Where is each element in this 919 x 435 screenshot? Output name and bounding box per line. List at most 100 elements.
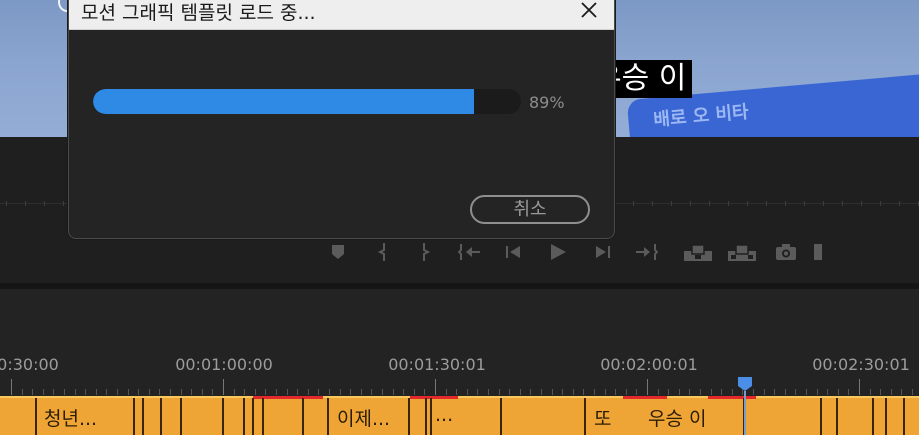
clip-boundary (327, 398, 329, 435)
clip-boundary (243, 398, 245, 435)
ruler-tick (138, 389, 139, 395)
ruler-tick (562, 389, 563, 395)
timecode-label: 00:02:00:01 (600, 355, 698, 374)
ruler-tick (382, 389, 383, 395)
ruler-tick (880, 201, 881, 206)
go-to-out-icon (636, 244, 658, 260)
step-back-icon (506, 246, 520, 258)
insert-button[interactable] (676, 239, 720, 265)
ruler-tick (181, 389, 182, 395)
cancel-button[interactable]: 취소 (470, 195, 590, 224)
playhead-line[interactable] (744, 391, 746, 435)
ruler-tick (414, 389, 415, 395)
ruler-tick (827, 389, 828, 395)
ruler-tick (318, 389, 319, 395)
ruler-tick (361, 389, 362, 395)
overwrite-icon (728, 244, 756, 261)
clip-boundary (160, 398, 162, 435)
ruler-tick (223, 379, 224, 395)
ruler-tick (159, 389, 160, 395)
ruler-tick (170, 389, 171, 395)
clip-label: 청년... (44, 408, 98, 430)
clip-boundary (222, 398, 224, 435)
clip-boundary (142, 398, 144, 435)
ruler-tick (53, 389, 54, 395)
ruler-tick (424, 389, 425, 395)
mark-out-icon (423, 243, 431, 261)
clip-boundary (180, 398, 182, 435)
timecode-ruler[interactable] (0, 377, 919, 395)
overwrite-button[interactable] (720, 239, 764, 265)
ruler-tick (499, 389, 500, 395)
ruler-tick (477, 389, 478, 395)
add-marker-icon (332, 245, 344, 259)
clip-boundary (836, 398, 838, 435)
ruler-tick (234, 389, 235, 395)
clip-boundary (903, 398, 905, 435)
ruler-tick (753, 389, 754, 395)
ruler-tick (823, 201, 824, 206)
close-icon (581, 2, 597, 18)
export-frame-button[interactable] (764, 239, 808, 265)
clip-marker-red (708, 396, 756, 399)
ruler-tick (626, 389, 627, 395)
clip-marker-red (410, 396, 458, 399)
ruler-tick (817, 389, 818, 395)
mark-in-icon (377, 243, 385, 261)
mark-in-button[interactable] (360, 239, 404, 265)
ruler-tick (901, 389, 902, 395)
dialog-close-button[interactable] (578, 0, 600, 21)
clip-boundary (408, 398, 410, 435)
dialog-titlebar[interactable]: 모션 그래픽 템플릿 로드 중... (69, 0, 614, 30)
ruler-tick (435, 379, 436, 395)
overflow-button[interactable] (808, 239, 828, 265)
step-forward-button[interactable] (580, 239, 624, 265)
export-frame-icon (776, 244, 796, 260)
caption-clip-track[interactable]: 청년... 이제... ... 또 우승 이 (0, 396, 919, 435)
ruler-tick (350, 389, 351, 395)
timeline-panel: 0:30:00 00:01:00:00 00:01:30:01 00:02:00… (0, 289, 919, 435)
ruler-tick (403, 389, 404, 395)
add-marker-button[interactable] (316, 239, 360, 265)
ruler-tick (44, 201, 45, 206)
ruler-tick (265, 389, 266, 395)
ruler-tick (212, 389, 213, 395)
play-button[interactable] (536, 239, 580, 265)
clip-boundary (35, 398, 37, 435)
clip-boundary (872, 398, 874, 435)
play-icon (551, 244, 566, 260)
go-to-out-button[interactable] (624, 239, 668, 265)
timecode-label: 00:02:30:01 (812, 355, 910, 374)
go-to-in-button[interactable] (448, 239, 492, 265)
ruler-tick (75, 389, 76, 395)
ruler-tick (202, 389, 203, 395)
ruler-tick (880, 389, 881, 395)
ruler-tick (689, 389, 690, 395)
mark-out-button[interactable] (404, 239, 448, 265)
step-back-button[interactable] (492, 239, 536, 265)
ruler-tick (32, 389, 33, 395)
ruler-tick (25, 201, 26, 206)
loading-dialog: 모션 그래픽 템플릿 로드 중... 89% 취소 (68, 0, 615, 239)
go-to-in-icon (458, 244, 480, 260)
ruler-tick (859, 379, 860, 395)
ruler-tick (63, 201, 64, 206)
clip-boundary (885, 398, 887, 435)
ruler-tick (541, 389, 542, 395)
ruler-tick (488, 389, 489, 395)
ruler-tick (509, 389, 510, 395)
ruler-tick (785, 389, 786, 395)
ruler-tick (530, 389, 531, 395)
insert-icon (684, 244, 712, 261)
clip-label: 이제... (337, 408, 391, 430)
ruler-tick (711, 389, 712, 395)
timecode-label: 00:01:00:00 (175, 355, 273, 374)
ruler-tick (870, 389, 871, 395)
playhead-handle[interactable] (737, 376, 753, 392)
ruler-tick (838, 389, 839, 395)
overflow-icon (814, 244, 822, 260)
ruler-tick (652, 201, 653, 206)
ruler-tick (912, 389, 913, 395)
ruler-tick (297, 389, 298, 395)
ruler-tick (85, 389, 86, 395)
